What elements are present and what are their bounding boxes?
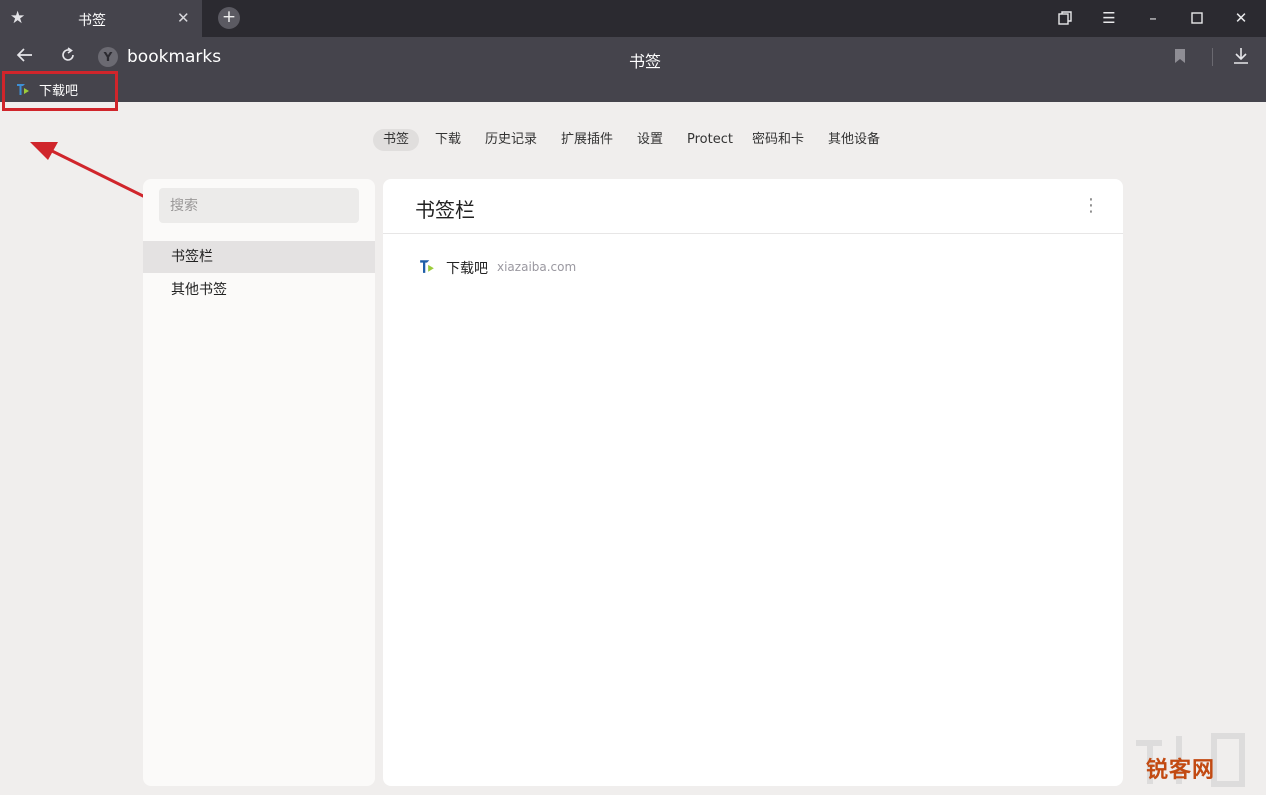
tab-protect[interactable]: Protect (677, 129, 743, 151)
tab-bookmarks[interactable]: 书签 (373, 129, 420, 151)
xiazaiba-favicon-icon (419, 258, 435, 274)
sidebar-item-bookmarks-bar[interactable]: 书签栏 (143, 241, 375, 273)
sidebar-item-other-bookmarks[interactable]: 其他书签 (143, 274, 375, 306)
tab-passwords[interactable]: 密码和卡 (742, 129, 814, 151)
tab-downloads[interactable]: 下载 (425, 129, 471, 151)
tab-extensions[interactable]: 扩展插件 (551, 129, 623, 151)
tab-history[interactable]: 历史记录 (475, 129, 547, 151)
bookmarks-panel (383, 179, 1123, 786)
more-options-icon[interactable]: ⋮ (1082, 195, 1100, 217)
search-input[interactable] (159, 188, 359, 223)
panel-divider (383, 233, 1123, 234)
bookmark-item-url: xiazaiba.com (497, 260, 577, 274)
tab-settings[interactable]: 设置 (627, 129, 673, 151)
watermark-text: 锐客网 (1146, 758, 1216, 783)
tab-other-devices[interactable]: 其他设备 (818, 129, 890, 151)
bookmark-item-title[interactable]: 下载吧 (446, 258, 488, 278)
panel-title: 书签栏 (415, 198, 475, 222)
